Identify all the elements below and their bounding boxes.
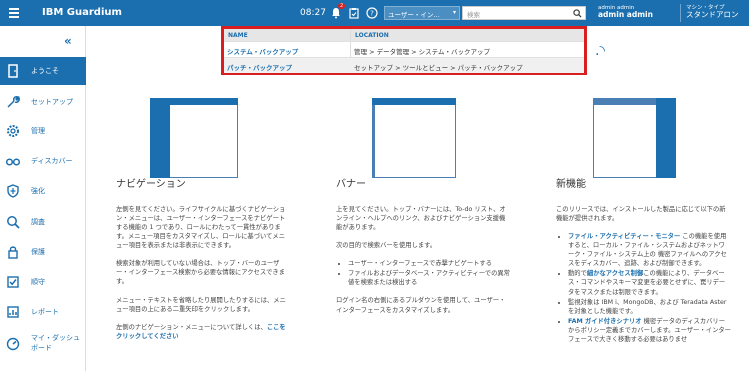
search-results-popup: NAME LOCATION システム・バックアップ 管理 > データ管理 > シ… — [221, 26, 587, 75]
col-location-header: LOCATION — [355, 32, 389, 39]
whats-new-section: 新機能 このリリースでは、インストールした製品に応じて以下の新機能が提供されます… — [556, 178, 731, 353]
wrench-icon — [7, 96, 20, 108]
section-title: バナー — [336, 179, 366, 190]
list-item: 監視対象は IBM i、MongoDB、および Teradata Aster を… — [568, 298, 731, 316]
section-title: ナビゲーション — [116, 179, 186, 190]
search-input[interactable]: 検索 — [462, 6, 586, 20]
svg-text:?: ? — [370, 10, 374, 18]
clipboard-icon[interactable] — [348, 7, 360, 19]
results-header: NAME LOCATION — [224, 29, 584, 41]
sidebar-item-comply[interactable]: 順守 — [0, 268, 86, 296]
user-menu[interactable]: admin admin admin admin — [598, 5, 653, 19]
chevron-down-icon: ▾ — [452, 9, 456, 16]
section-title: 新機能 — [556, 179, 586, 190]
result-row[interactable]: システム・バックアップ 管理 > データ管理 > システム・バックアップ — [224, 41, 584, 57]
result-location: セットアップ > ツールとビュー > パッチ・バックアップ — [354, 64, 523, 72]
nav-illustration — [150, 98, 238, 178]
app-title: IBM Guardium — [42, 7, 122, 18]
banner-section: バナー 上を見てください。トップ・バナーには、To-do リスト、オンライン・ヘ… — [336, 178, 511, 324]
list-item: FAM ガイド付きシナリオ 機密データのディスカバリーからポリシー定義までカバー… — [568, 317, 731, 344]
list-item: ファイル・アクティビティー・モニター この機能を使用すると、ローカル・ファイル・… — [568, 232, 731, 269]
result-name-link[interactable]: システム・バックアップ — [227, 46, 298, 56]
sidebar-item-investigate[interactable]: 調査 — [0, 208, 86, 236]
magnifier-icon — [7, 216, 20, 229]
report-icon — [7, 306, 19, 318]
top-bar: IBM Guardium 08:27 2 ? ユーザー・イン… ▾ 検索 adm… — [0, 0, 749, 26]
sidebar-item-welcome[interactable]: ようこそ — [0, 57, 86, 85]
machine-type: マシン・タイプ スタンドアロン — [686, 5, 739, 20]
loading-indicator: .◝ — [595, 43, 605, 59]
search-icon[interactable] — [573, 9, 582, 18]
shield-icon — [7, 184, 19, 198]
sidebar-item-discover[interactable]: ディスカバー — [0, 147, 86, 175]
result-location: 管理 > データ管理 > システム・バックアップ — [354, 48, 490, 56]
sidebar-item-manage[interactable]: 管理 — [0, 117, 86, 145]
navigation-section: ナビゲーション 左側を見てください。ライフサイクルに基づくナビゲーション・メニュ… — [116, 178, 291, 350]
door-icon — [8, 64, 18, 78]
hamburger-menu-icon[interactable] — [9, 8, 19, 18]
help-icon[interactable]: ? — [366, 7, 378, 19]
sidebar-item-setup[interactable]: セットアップ — [0, 88, 86, 116]
main-content: NAME LOCATION システム・バックアップ 管理 > データ管理 > シ… — [86, 26, 749, 371]
lock-icon — [8, 246, 18, 259]
sidebar-item-protect[interactable]: 保護 — [0, 238, 86, 266]
checkbox-icon — [7, 276, 19, 288]
col-name-header: NAME — [228, 32, 248, 39]
binoculars-icon — [5, 158, 21, 166]
divider — [680, 4, 681, 22]
banner-illustration — [372, 98, 456, 178]
sidebar-item-dashboard[interactable]: マイ・ダッシュ ボード — [0, 330, 86, 358]
list-item: ファイルおよびデータベース・アクティビティーでの異常値を検索または検出する — [348, 269, 511, 287]
collapse-menu-icon[interactable]: « — [64, 34, 72, 48]
ui-search-type-select[interactable]: ユーザー・イン… ▾ — [384, 6, 460, 20]
result-name-link[interactable]: パッチ・バックアップ — [227, 62, 292, 72]
sidebar-item-reports[interactable]: レポート — [0, 298, 86, 326]
clock-time: 08:27 — [300, 8, 326, 18]
notification-badge: 2 — [338, 3, 346, 9]
sidebar-item-harden[interactable]: 強化 — [0, 177, 86, 205]
result-row[interactable]: パッチ・バックアップ セットアップ > ツールとビュー > パッチ・バックアップ — [224, 57, 584, 73]
features-illustration — [593, 98, 676, 178]
gear-icon — [7, 125, 19, 137]
list-item: 動的で細かなアクセス制御この機能により、データベース・コマンドやスキーマ変更を必… — [568, 269, 731, 296]
list-item: ユーザー・インターフェースで赤撃ナビゲートする — [348, 259, 511, 268]
sidebar: « ようこそ セットアップ 管理 ディスカバー 強化 調査 保護 順守 レポート… — [0, 26, 86, 371]
dashboard-icon — [6, 337, 20, 351]
